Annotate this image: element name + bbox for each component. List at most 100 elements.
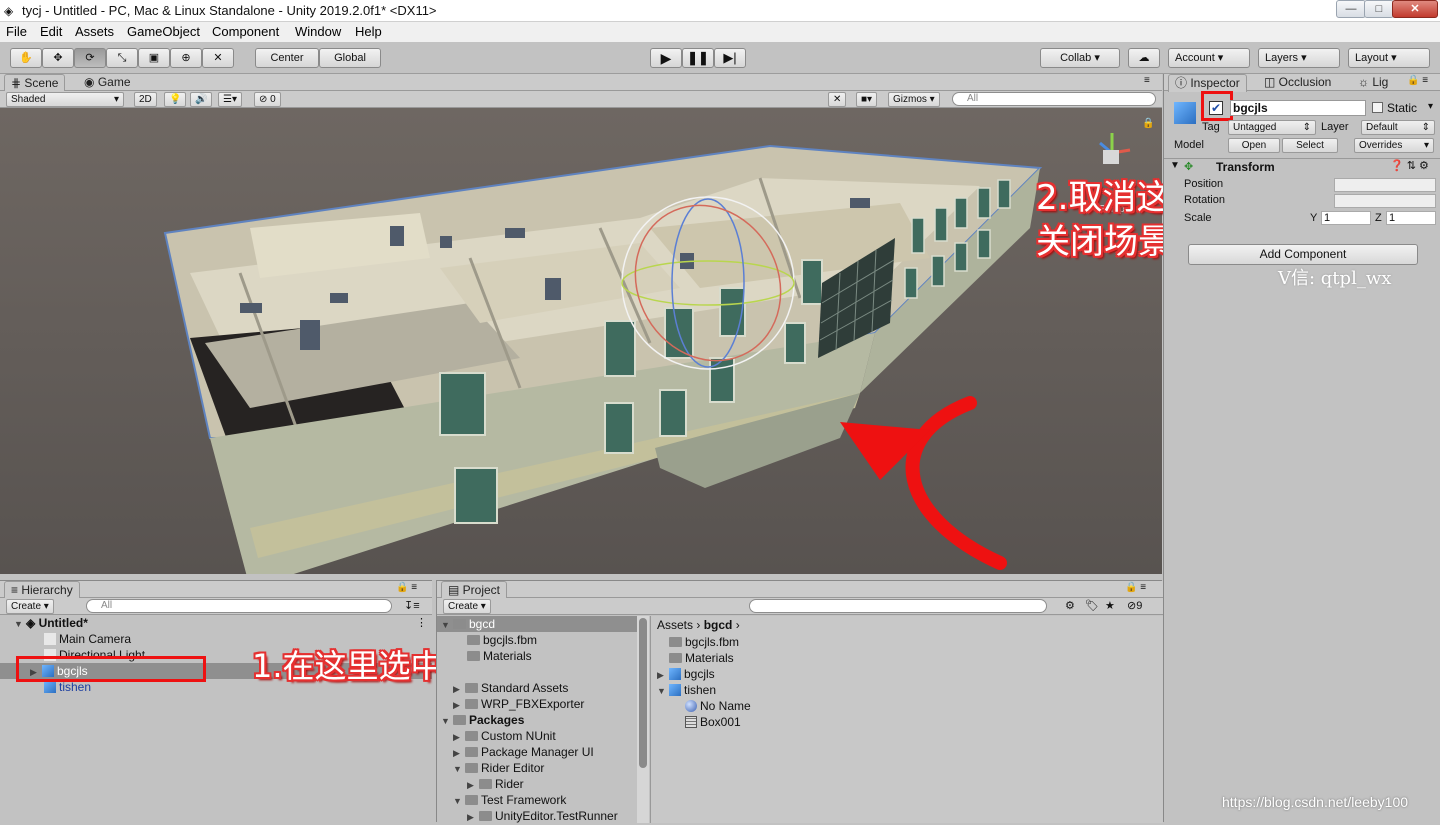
project-search-input[interactable] (749, 599, 1047, 613)
tab-project[interactable]: ▤ Project (441, 581, 508, 599)
tree-foldout-icon[interactable]: ▶ (467, 809, 479, 825)
inspector-lock-icon[interactable]: 🔒 ≡ (1407, 75, 1428, 86)
scene-foldout-icon[interactable]: ▼ (14, 616, 26, 632)
file-item-materials[interactable]: Materials (669, 650, 734, 666)
tab-game[interactable]: ◉ Game (78, 74, 137, 92)
layers-dropdown[interactable]: Layers ▾ (1258, 48, 1340, 68)
add-component-button[interactable]: Add Component (1188, 244, 1418, 265)
tab-hierarchy[interactable]: ≡ Hierarchy (4, 581, 80, 599)
tree-scrollbar[interactable] (637, 616, 649, 823)
maximize-button[interactable]: □ (1364, 0, 1394, 18)
tree-item-bgcd[interactable]: ▼ bgcd (441, 616, 495, 632)
menu-component[interactable]: Component (212, 24, 279, 39)
tree-foldout-icon[interactable]: ▼ (453, 793, 465, 809)
file-item-bgcjls-fbm[interactable]: bgcjls.fbm (669, 634, 739, 650)
object-name-input[interactable]: bgcjls (1230, 100, 1366, 116)
tag-dropdown[interactable]: Untagged ⇕ (1228, 120, 1316, 135)
rect-tool-icon[interactable]: ▣ (138, 48, 170, 68)
menu-file[interactable]: File (6, 24, 27, 39)
tab-occlusion[interactable]: ◫ Occlusion (1258, 74, 1337, 92)
file-foldout-icon[interactable]: ▼ (657, 683, 669, 699)
favorites-star-icon[interactable]: ★ (1105, 599, 1115, 612)
scene-root-row[interactable]: ▼ ◈ Untitled* (14, 615, 88, 631)
tab-scene[interactable]: ⋕ Scene (4, 74, 66, 92)
tree-foldout-icon[interactable]: ▼ (441, 713, 453, 729)
tree-item-bgcjls-fbm[interactable]: bgcjls.fbm (467, 632, 537, 648)
scale-z-input[interactable]: 1 (1386, 211, 1436, 225)
static-checkbox[interactable] (1372, 102, 1383, 113)
tab-inspector[interactable]: ⓘ Inspector (1168, 74, 1247, 92)
shading-mode-dropdown[interactable]: Shaded ▾ (6, 92, 124, 107)
pivot-center-button[interactable]: Center (255, 48, 319, 68)
model-open-button[interactable]: Open (1228, 138, 1280, 153)
audio-toggle-icon[interactable]: 🔊 (190, 92, 213, 107)
menu-edit[interactable]: Edit (40, 24, 62, 39)
hidden-objects-toggle[interactable]: ⊘ 0 (254, 92, 281, 107)
close-window-button[interactable]: ✕ (1392, 0, 1438, 18)
scene-search-input[interactable]: All (952, 92, 1156, 106)
project-create-dropdown[interactable]: Create ▾ (443, 599, 491, 614)
toggle-2d-button[interactable]: 2D (134, 92, 157, 107)
account-dropdown[interactable]: Account ▾ (1168, 48, 1250, 68)
tree-item-rider-editor[interactable]: ▼ Rider Editor (453, 760, 544, 776)
scale-y-input[interactable]: 1 (1321, 211, 1371, 225)
hierarchy-item-main-camera[interactable]: Main Camera (44, 631, 131, 647)
hierarchy-lock-icon[interactable]: 🔒 ≡ (396, 582, 417, 593)
layout-dropdown[interactable]: Layout ▾ (1348, 48, 1430, 68)
rotation-field[interactable] (1334, 194, 1436, 208)
tree-item-packages[interactable]: ▼ Packages (441, 712, 524, 728)
cloud-icon[interactable]: ☁ (1128, 48, 1160, 68)
transform-tool-icon[interactable]: ⊕ (170, 48, 202, 68)
model-select-button[interactable]: Select (1282, 138, 1338, 153)
layer-dropdown[interactable]: Default ⇕ (1361, 120, 1435, 135)
move-tool-icon[interactable]: ✥ (42, 48, 74, 68)
tab-lighting[interactable]: ☼ Lig (1352, 74, 1394, 92)
tree-foldout-icon[interactable]: ▶ (453, 697, 465, 713)
tree-foldout-icon[interactable]: ▶ (467, 777, 479, 793)
tree-item-wrp-fbxexporter[interactable]: ▶ WRP_FBXExporter (453, 696, 584, 712)
hand-tool-icon[interactable]: ✋ (10, 48, 42, 68)
overrides-dropdown[interactable]: Overrides ▾ (1354, 138, 1434, 153)
project-lock-icon[interactable]: 🔒 ≡ (1125, 582, 1146, 593)
menu-help[interactable]: Help (355, 24, 382, 39)
transform-help-icon[interactable]: ❓ ⇅ ⚙ (1390, 159, 1429, 172)
position-field[interactable] (1334, 178, 1436, 192)
file-item-bgcjls[interactable]: ▶ bgcjls (657, 666, 715, 682)
panel-menu-icon[interactable]: ≡ (1144, 75, 1150, 86)
tree-foldout-icon[interactable]: ▼ (453, 761, 465, 777)
menu-window[interactable]: Window (295, 24, 341, 39)
hierarchy-sort-icon[interactable]: ↧≡ (404, 599, 420, 612)
tree-item-materials[interactable]: Materials (467, 648, 532, 664)
file-foldout-icon[interactable]: ▶ (657, 667, 669, 683)
filter-by-label-icon[interactable]: 🏷 (1085, 599, 1099, 612)
pause-icon[interactable]: ❚❚ (682, 48, 714, 68)
tree-item-standard-assets[interactable]: ▶ Standard Assets (453, 680, 568, 696)
tree-item-package-manager-ui[interactable]: ▶ Package Manager UI (453, 744, 594, 760)
file-item-no-name[interactable]: No Name (685, 698, 751, 714)
breadcrumb-assets[interactable]: Assets (657, 618, 693, 632)
minimize-button[interactable]: — (1336, 0, 1366, 18)
hidden-packages-toggle[interactable]: ⊘9 (1127, 599, 1142, 612)
breadcrumb-bgcd[interactable]: bgcd (704, 618, 733, 632)
filter-by-type-icon[interactable]: ⚙ (1065, 599, 1075, 612)
hierarchy-search-input[interactable]: All (86, 599, 392, 613)
tree-foldout-icon[interactable]: ▼ (441, 617, 453, 633)
menu-gameobject[interactable]: GameObject (127, 24, 200, 39)
scene-tools-icon[interactable]: ✕ (828, 92, 847, 107)
tree-foldout-icon[interactable]: ▶ (453, 745, 465, 761)
transform-foldout-icon[interactable]: ▼ (1170, 160, 1180, 171)
tree-item-rider[interactable]: ▶ Rider (467, 776, 524, 792)
camera-dropdown-icon[interactable]: ■▾ (856, 92, 878, 107)
tree-foldout-icon[interactable]: ▶ (453, 681, 465, 697)
custom-tool-icon[interactable]: ✕ (202, 48, 234, 68)
tree-item-custom-nunit[interactable]: ▶ Custom NUnit (453, 728, 556, 744)
effects-dropdown-icon[interactable]: ☰▾ (218, 92, 242, 107)
rotate-tool-icon[interactable]: ⟳ (74, 48, 106, 68)
tree-item-test-framework[interactable]: ▼ Test Framework (453, 792, 566, 808)
lighting-toggle-icon[interactable]: 💡 (164, 92, 187, 107)
static-dropdown-icon[interactable]: ▾ (1428, 101, 1433, 112)
scene-viewport[interactable]: < Persp 🔒 (0, 108, 1162, 574)
gizmos-dropdown[interactable]: Gizmos ▾ (888, 92, 940, 107)
scene-options-icon[interactable]: ⋮ (416, 616, 427, 629)
play-icon[interactable]: ▶ (650, 48, 682, 68)
